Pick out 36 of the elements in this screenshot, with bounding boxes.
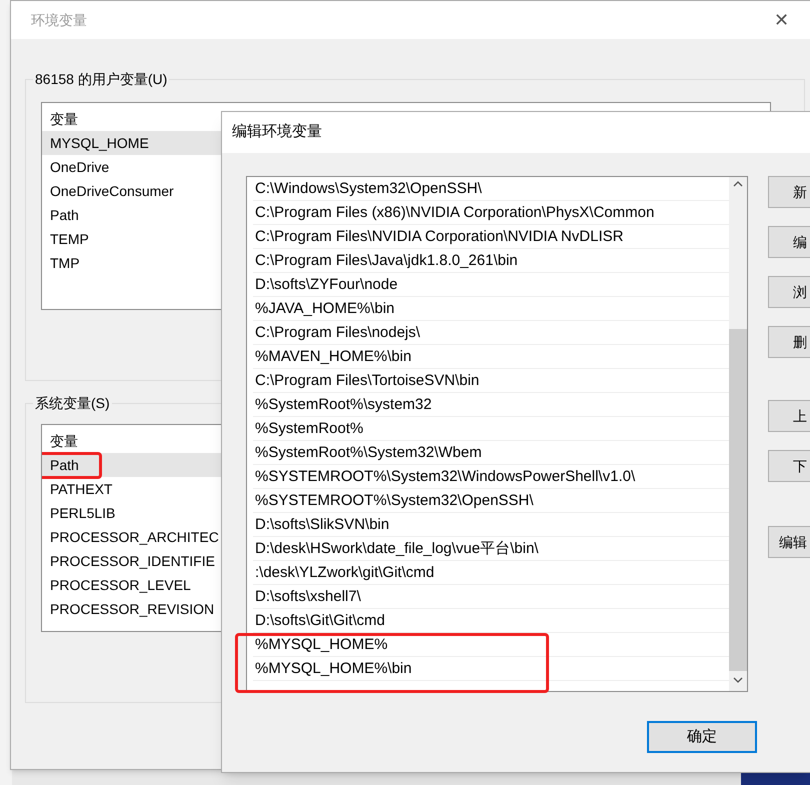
- path-entry[interactable]: :\desk\YLZwork\git\Git\cmd: [255, 564, 434, 581]
- path-entry[interactable]: %SystemRoot%\System32\Wbem: [255, 444, 482, 461]
- scrollbar-thumb[interactable]: [729, 329, 747, 671]
- scrollbar[interactable]: [729, 177, 747, 691]
- path-entry[interactable]: C:\Windows\System32\OpenSSH\: [255, 180, 482, 197]
- window-title: 编辑环境变量: [232, 122, 322, 142]
- path-entry[interactable]: C:\Program Files (x86)\NVIDIA Corporation\PhysX\Common: [255, 204, 654, 221]
- path-entry[interactable]: %SystemRoot%: [255, 420, 364, 437]
- path-entry[interactable]: D:\softs\ZYFour\node: [255, 276, 398, 293]
- group-label: 86158 的用户变量(U): [33, 69, 170, 90]
- close-icon[interactable]: ✕: [774, 6, 789, 34]
- action-button[interactable]: 浏: [768, 276, 810, 308]
- path-entry[interactable]: C:\Program Files\nodejs\: [255, 324, 420, 341]
- action-button[interactable]: 编: [768, 226, 810, 258]
- path-entry[interactable]: %MAVEN_HOME%\bin: [255, 348, 412, 365]
- action-button[interactable]: 编辑: [768, 526, 810, 558]
- group-label: 系统变量(S): [33, 393, 112, 414]
- action-button[interactable]: 下: [768, 450, 810, 482]
- path-entry[interactable]: C:\Program Files\Java\jdk1.8.0_261\bin: [255, 252, 518, 269]
- path-entry[interactable]: %SYSTEMROOT%\System32\WindowsPowerShell\v1.0\: [255, 468, 636, 485]
- path-entry[interactable]: %MYSQL_HOME%\bin: [255, 660, 412, 677]
- ok-button[interactable]: 确定: [647, 721, 757, 753]
- window-title: 环境变量: [31, 10, 87, 30]
- path-entry[interactable]: D:\softs\xshell7\: [255, 588, 361, 605]
- action-button[interactable]: 新: [768, 176, 810, 208]
- path-entry[interactable]: %MYSQL_HOME%: [255, 636, 388, 653]
- path-entry[interactable]: D:\desk\HSwork\date_file_log\vue平台\bin\: [255, 540, 538, 557]
- path-entry[interactable]: C:\Program Files\NVIDIA Corporation\NVIDIA NvDLISR: [255, 228, 624, 245]
- action-button[interactable]: 删: [768, 326, 810, 358]
- path-entry[interactable]: D:\softs\SlikSVN\bin: [255, 516, 390, 533]
- path-entry[interactable]: C:\Program Files\TortoiseSVN\bin: [255, 372, 480, 389]
- path-entry[interactable]: D:\softs\Git\Git\cmd: [255, 612, 386, 629]
- path-entry[interactable]: %JAVA_HOME%\bin: [255, 300, 394, 317]
- path-entry[interactable]: %SystemRoot%\system32: [255, 396, 432, 413]
- path-entry[interactable]: %SYSTEMROOT%\System32\OpenSSH\: [255, 492, 534, 509]
- action-button[interactable]: 上: [768, 400, 810, 432]
